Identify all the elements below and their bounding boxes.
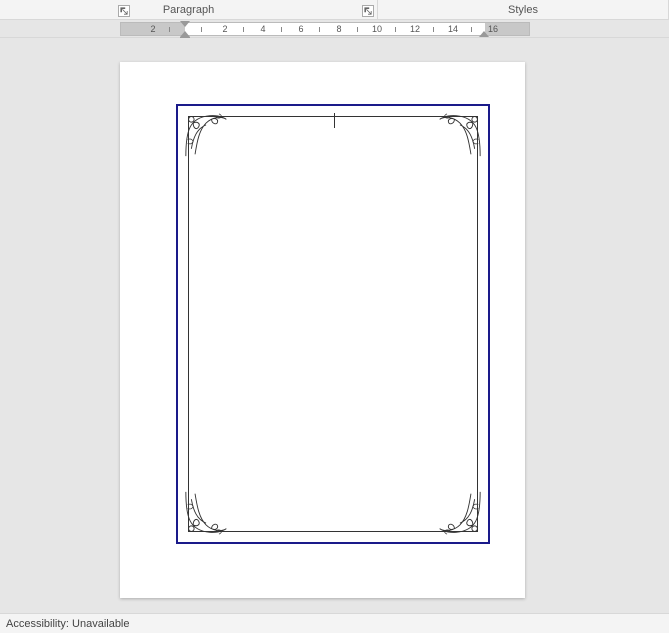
corner-ornament-icon xyxy=(436,490,482,536)
group-paragraph-label: Paragraph xyxy=(163,4,214,16)
group-styles: Styles xyxy=(378,0,669,19)
ruler-tick xyxy=(433,27,434,32)
accessibility-status[interactable]: Accessibility: Unavailable xyxy=(6,618,130,630)
corner-ornament-icon xyxy=(184,112,230,158)
ruler-label: 4 xyxy=(260,24,265,34)
dialog-launcher-icon xyxy=(364,7,372,15)
group-paragraph: Paragraph xyxy=(0,0,378,19)
ruler-tick xyxy=(319,27,320,32)
document-page[interactable] xyxy=(120,62,525,598)
corner-ornament-icon xyxy=(436,112,482,158)
ruler-area: 2 2 4 6 8 10 12 14 16 xyxy=(0,20,669,38)
dialog-launcher-icon xyxy=(120,7,128,15)
horizontal-ruler[interactable]: 2 2 4 6 8 10 12 14 16 xyxy=(120,22,530,36)
document-workspace xyxy=(0,38,669,613)
ribbon-group-row: Paragraph Styles xyxy=(0,0,669,20)
ruler-label: 8 xyxy=(336,24,341,34)
ruler-label: 16 xyxy=(488,24,498,34)
right-indent-marker[interactable] xyxy=(479,31,489,37)
paragraph-prev-launcher[interactable] xyxy=(118,5,130,17)
page-border-inner xyxy=(188,116,478,532)
page-border-outer xyxy=(176,104,490,544)
text-cursor xyxy=(334,113,335,128)
ruler-label: 14 xyxy=(448,24,458,34)
ruler-tick xyxy=(243,27,244,32)
ruler-tick xyxy=(201,27,202,32)
ruler-label: 12 xyxy=(410,24,420,34)
ruler-label: 6 xyxy=(298,24,303,34)
paragraph-dialog-launcher[interactable] xyxy=(362,5,374,17)
group-styles-label: Styles xyxy=(508,4,538,16)
ruler-tick xyxy=(169,27,170,32)
first-line-indent-marker[interactable] xyxy=(180,21,190,27)
ruler-tick xyxy=(395,27,396,32)
ruler-label: 2 xyxy=(150,24,155,34)
corner-ornament-icon xyxy=(184,490,230,536)
ruler-tick xyxy=(281,27,282,32)
status-bar: Accessibility: Unavailable xyxy=(0,613,669,633)
ruler-label: 2 xyxy=(222,24,227,34)
ruler-label: 10 xyxy=(372,24,382,34)
ruler-tick xyxy=(357,27,358,32)
ruler-tick xyxy=(471,27,472,32)
